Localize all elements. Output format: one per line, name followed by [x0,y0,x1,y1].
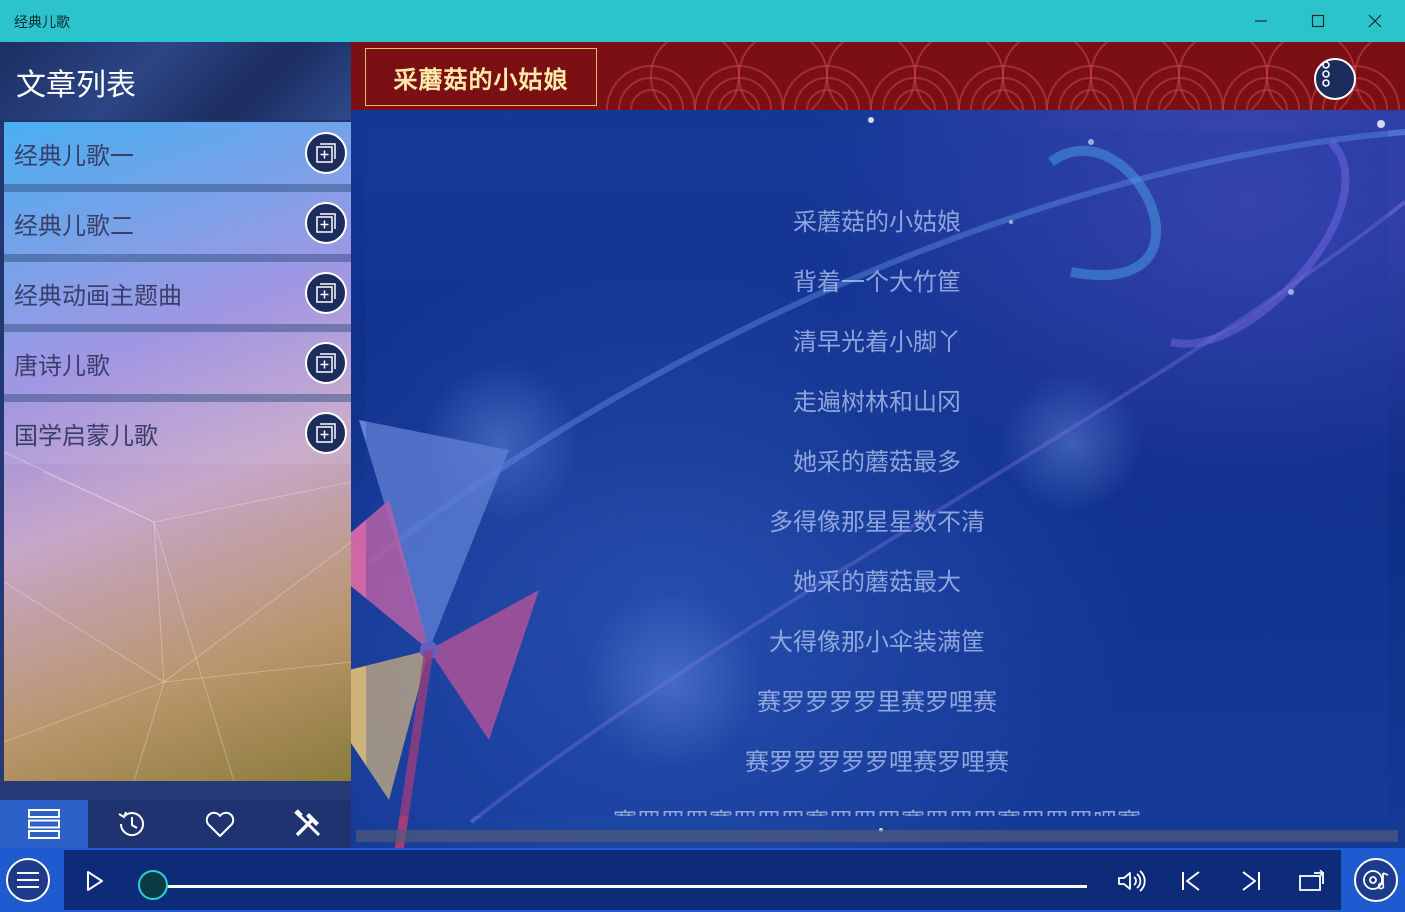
window-title: 经典儿歌 [14,15,70,31]
add-to-collection-button[interactable] [305,272,347,314]
tab-list[interactable] [0,800,88,848]
more-options-button[interactable] [1314,58,1356,100]
heart-icon [205,811,235,837]
lyrics-view: 采蘑菇的小姑娘 采蘑菇的小姑娘 背着一个大竹筐 清早光着小脚丫 走遍树林和山冈 … [351,42,1405,848]
repeat-button[interactable] [1294,864,1330,898]
list-item[interactable]: 国学启蒙儿歌 [4,402,351,464]
music-disc-icon [1363,870,1389,890]
lyric-line: 背着一个大竹筐 [793,268,961,296]
tab-history[interactable] [88,800,176,848]
add-to-collection-button[interactable] [305,202,347,244]
lyric-line: 多得像那星星数不清 [769,508,985,536]
history-icon [118,811,144,836]
add-to-collection-icon [316,423,336,443]
progress-track[interactable] [154,885,1087,888]
sidebar: 文章列表 经典儿歌一 经典儿歌二 经典动画主题曲 唐诗儿歌 国学启蒙儿歌 [0,42,351,848]
volume-button[interactable] [1112,864,1150,898]
menu-button[interactable] [6,858,50,902]
next-track-button[interactable] [1234,864,1268,898]
more-vertical-icon [1322,61,1330,87]
lyric-line: 大得像那小伞装满筐 [769,628,985,656]
sidebar-title: 文章列表 [16,68,136,103]
list-item-label: 唐诗儿歌 [14,351,110,380]
list-item[interactable]: 经典动画主题曲 [4,262,351,332]
progress-thumb[interactable] [138,870,168,900]
close-icon [1368,14,1382,28]
list-item-label: 经典儿歌一 [14,141,134,170]
add-to-collection-button[interactable] [305,132,347,174]
tab-favorites[interactable] [176,800,264,848]
lyric-line: 清早光着小脚丫 [793,328,961,356]
article-list: 经典儿歌一 经典儿歌二 经典动画主题曲 唐诗儿歌 国学启蒙儿歌 [4,122,351,781]
song-banner: 采蘑菇的小姑娘 [351,42,1405,110]
horizontal-scrollbar[interactable] [356,830,1398,842]
list-icon [28,809,60,839]
lyric-line: 赛罗罗罗罗罗哩赛罗哩赛 [745,748,1009,776]
previous-track-icon [1182,871,1200,891]
hamburger-menu-icon [17,872,39,888]
now-playing-button[interactable] [1354,858,1398,902]
add-to-collection-icon [316,283,336,303]
lyric-line: 赛罗罗罗赛罗罗罗赛罗罗罗赛罗罗罗赛罗罗罗哩赛 [366,802,1388,816]
previous-track-button[interactable] [1174,864,1208,898]
play-button[interactable] [78,866,112,896]
play-icon [87,871,103,891]
lyric-line: 赛罗罗罗罗里赛罗哩赛 [757,688,997,716]
list-item[interactable]: 经典儿歌一 [4,122,351,192]
tools-icon [294,809,321,837]
sidebar-header: 文章列表 [0,42,351,120]
title-bar: 经典儿歌 [0,0,1405,42]
maximize-icon [1311,14,1325,28]
list-item-label: 经典儿歌二 [14,211,134,240]
minimize-icon [1255,20,1267,22]
lyric-line: 走遍树林和山冈 [793,388,961,416]
sidebar-tab-bar [0,800,351,848]
minimize-button[interactable] [1232,0,1290,42]
add-to-collection-icon [316,353,336,373]
add-to-collection-button[interactable] [305,412,347,454]
volume-icon [1118,870,1146,892]
lyric-line: 她采的蘑菇最多 [793,448,961,476]
lyric-line: 她采的蘑菇最大 [793,568,961,596]
lyric-line: 采蘑菇的小姑娘 [793,208,961,236]
list-item[interactable]: 经典儿歌二 [4,192,351,262]
list-item[interactable]: 唐诗儿歌 [4,332,351,402]
add-to-collection-icon [316,213,336,233]
close-button[interactable] [1346,0,1404,42]
add-to-collection-icon [316,143,336,163]
list-item-label: 国学启蒙儿歌 [14,421,158,450]
next-track-icon [1242,871,1260,891]
list-item-label: 经典动画主题曲 [14,281,182,310]
maximize-button[interactable] [1289,0,1347,42]
lyrics-panel[interactable]: 采蘑菇的小姑娘 背着一个大竹筐 清早光着小脚丫 走遍树林和山冈 她采的蘑菇最多 … [366,130,1388,816]
repeat-icon [1299,870,1325,891]
add-to-collection-button[interactable] [305,342,347,384]
tab-tools[interactable] [264,800,351,848]
song-title-badge: 采蘑菇的小姑娘 [365,48,597,106]
